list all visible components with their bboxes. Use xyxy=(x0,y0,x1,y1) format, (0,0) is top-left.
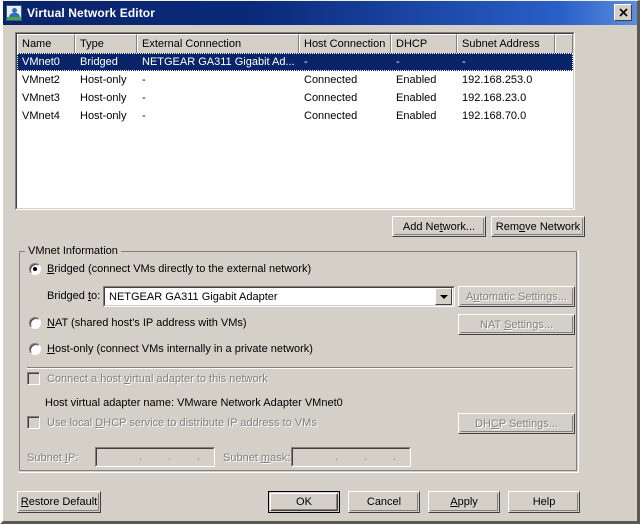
cell-external-connection: NETGEAR GA311 Gigabit Ad... xyxy=(142,56,295,68)
close-icon[interactable] xyxy=(614,4,632,21)
vmnet-information-group xyxy=(19,251,579,473)
cell-subnet-address: 192.168.253.0 xyxy=(462,74,533,86)
network-list[interactable]: Name Type External Connection Host Conne… xyxy=(15,32,575,210)
cell-name: VMnet0 xyxy=(22,56,60,68)
title-bar: Virtual Network Editor xyxy=(3,1,637,25)
cell-dhcp: - xyxy=(396,56,400,68)
column-header-type[interactable]: Type xyxy=(75,34,137,53)
vmnet-information-legend: VMnet Information xyxy=(25,245,121,257)
cancel-button-label: Cancel xyxy=(366,496,402,508)
cell-host-connection: Connected xyxy=(304,74,358,86)
checkbox-use-local-dhcp-indicator xyxy=(27,416,40,429)
cell-host-connection: Connected xyxy=(304,110,358,122)
nat-settings-button[interactable]: NAT Settings... xyxy=(458,314,575,335)
column-header-subnet-address[interactable]: Subnet Address xyxy=(457,34,555,53)
radio-bridged-label: Bridged (connect VMs directly to the ext… xyxy=(47,263,312,275)
radio-nat[interactable]: NAT (shared host's IP address with VMs) xyxy=(29,317,247,329)
cell-type: Host-only xyxy=(80,74,127,86)
subnet-mask-input[interactable]: ... xyxy=(291,447,411,467)
cell-external-connection: - xyxy=(142,74,146,86)
network-list-header: Name Type External Connection Host Conne… xyxy=(17,34,573,53)
cell-type: Host-only xyxy=(80,92,127,104)
cancel-button[interactable]: Cancel xyxy=(348,491,420,513)
cell-name: VMnet3 xyxy=(22,92,60,104)
cell-name: VMnet2 xyxy=(22,74,60,86)
vmware-network-icon xyxy=(6,5,22,21)
checkbox-connect-host-adapter-indicator xyxy=(27,372,40,385)
ok-button[interactable]: OK xyxy=(268,491,340,513)
help-button-label: Help xyxy=(532,496,556,508)
cell-dhcp: Enabled xyxy=(396,110,437,122)
radio-bridged[interactable]: Bridged (connect VMs directly to the ext… xyxy=(29,263,311,275)
cell-name: VMnet4 xyxy=(22,110,60,122)
checkbox-connect-host-adapter[interactable]: Connect a host virtual adapter to this n… xyxy=(27,372,268,385)
chevron-down-icon[interactable] xyxy=(435,288,452,305)
host-adapter-name-text: Host virtual adapter name: VMware Networ… xyxy=(45,397,343,409)
radio-host-only-label: Host-only (connect VMs internally in a p… xyxy=(47,343,313,355)
cell-subnet-address: 192.168.70.0 xyxy=(462,110,527,122)
close-glyph xyxy=(618,8,628,17)
window-title: Virtual Network Editor xyxy=(27,6,156,20)
bridged-to-combobox[interactable]: NETGEAR GA311 Gigabit Adapter xyxy=(103,286,455,307)
radio-host-only[interactable]: Host-only (connect VMs internally in a p… xyxy=(29,343,313,355)
checkbox-connect-host-adapter-label: Connect a host virtual adapter to this n… xyxy=(47,372,268,385)
cell-subnet-address: 192.168.23.0 xyxy=(462,92,527,104)
radio-nat-label: NAT (shared host's IP address with VMs) xyxy=(47,317,247,329)
section-divider xyxy=(27,367,573,369)
radio-host-only-indicator xyxy=(29,343,41,355)
column-header-name[interactable]: Name xyxy=(17,34,75,53)
apply-button[interactable]: Apply xyxy=(428,491,500,513)
subnet-ip-label: Subnet IP: xyxy=(27,452,79,464)
automatic-settings-button[interactable]: Automatic Settings... xyxy=(458,286,575,307)
cell-external-connection: - xyxy=(142,92,146,104)
cell-external-connection: - xyxy=(142,110,146,122)
table-row[interactable]: VMnet4 Host-only - Connected Enabled 192… xyxy=(17,107,573,125)
restore-default-button[interactable]: Restore Default xyxy=(17,491,101,513)
bridged-to-label: Bridged to: xyxy=(47,290,101,302)
ok-button-label: OK xyxy=(296,496,312,508)
bridged-to-value: NETGEAR GA311 Gigabit Adapter xyxy=(109,290,278,303)
add-network-button[interactable]: Add Network... xyxy=(392,216,486,237)
checkbox-use-local-dhcp[interactable]: Use local DHCP service to distribute IP … xyxy=(27,416,317,429)
column-header-spacer xyxy=(555,34,573,53)
dhcp-settings-button[interactable]: DHCP Settings... xyxy=(458,413,575,434)
table-row[interactable]: VMnet2 Host-only - Connected Enabled 192… xyxy=(17,71,573,89)
remove-network-button[interactable]: Remove Network xyxy=(491,216,585,237)
cell-host-connection: Connected xyxy=(304,92,358,104)
cell-dhcp: Enabled xyxy=(396,92,437,104)
virtual-network-editor-window: Virtual Network Editor Name Type Externa… xyxy=(0,0,640,524)
table-row[interactable]: VMnet0 Bridged NETGEAR GA311 Gigabit Ad.… xyxy=(17,53,573,71)
cell-subnet-address: - xyxy=(462,56,466,68)
subnet-ip-input[interactable]: ... xyxy=(95,447,215,467)
cell-host-connection: - xyxy=(304,56,308,68)
subnet-mask-label: Subnet mask: xyxy=(223,452,291,464)
cell-type: Host-only xyxy=(80,110,127,122)
cell-dhcp: Enabled xyxy=(396,74,437,86)
checkbox-use-local-dhcp-label: Use local DHCP service to distribute IP … xyxy=(47,416,317,429)
column-header-host-connection[interactable]: Host Connection xyxy=(299,34,391,53)
column-header-dhcp[interactable]: DHCP xyxy=(391,34,457,53)
radio-nat-indicator xyxy=(29,317,41,329)
help-button[interactable]: Help xyxy=(508,491,580,513)
table-row[interactable]: VMnet3 Host-only - Connected Enabled 192… xyxy=(17,89,573,107)
column-header-external-connection[interactable]: External Connection xyxy=(137,34,299,53)
radio-bridged-indicator xyxy=(29,263,41,275)
cell-type: Bridged xyxy=(80,56,118,68)
